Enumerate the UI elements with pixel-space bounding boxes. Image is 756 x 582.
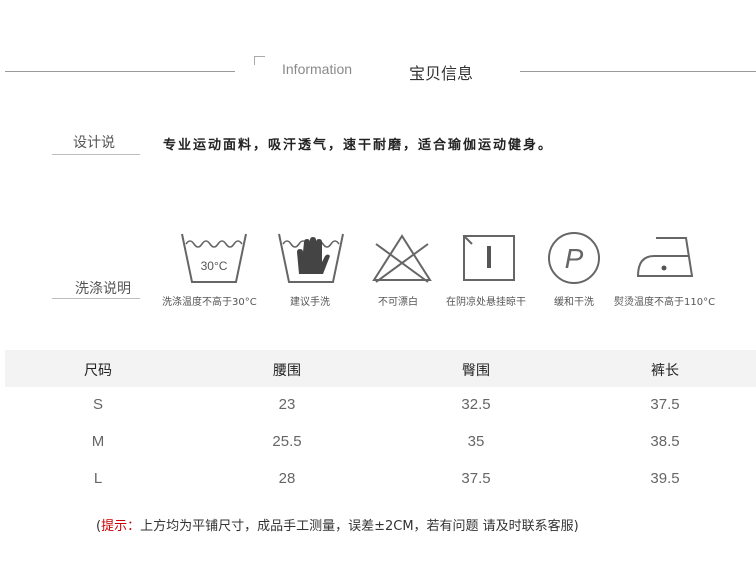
- care-label-iron: 熨烫温度不高于110°C: [614, 297, 716, 308]
- note-text: 上方均为平铺尺寸，成品手工测量，误差±2CM，若有问题 请及时联系客服): [140, 519, 579, 534]
- iron-icon: [634, 230, 694, 286]
- care-label-underline: [52, 298, 140, 299]
- care-label: 洗涤说明: [75, 281, 131, 297]
- wash-temp-text: 30°C: [201, 259, 228, 273]
- table-cell-hip-m: 35: [467, 433, 485, 450]
- table-header-length: 裤长: [651, 363, 679, 379]
- shade-dry-icon: [460, 230, 520, 286]
- table-header-size: 尺码: [84, 363, 112, 379]
- hand-wash-icon: [277, 230, 344, 286]
- care-label-shade-dry: 在阴凉处悬挂晾干: [446, 297, 526, 308]
- size-note: (提示：上方均为平铺尺寸，成品手工测量，误差±2CM，若有问题 请及时联系客服): [96, 515, 579, 534]
- table-header-hip: 臀围: [462, 363, 490, 379]
- design-label: 设计说: [73, 135, 115, 151]
- care-label-dry-clean: 缓和干洗: [554, 297, 594, 308]
- header-line-right: [520, 71, 756, 72]
- no-bleach-icon: [370, 230, 432, 286]
- table-cell-size-l: L: [93, 470, 103, 487]
- table-cell-length-l: 39.5: [650, 470, 680, 487]
- table-cell-hip-l: 37.5: [461, 470, 491, 487]
- header-en-title: Information: [282, 61, 353, 77]
- table-cell-waist-s: 23: [278, 396, 296, 413]
- table-cell-waist-m: 25.5: [272, 433, 302, 450]
- header-line-left: [5, 71, 235, 72]
- table-header-waist: 腰围: [273, 363, 301, 379]
- header-cn-title: 宝贝信息: [409, 64, 474, 83]
- care-label-wash-temp: 洗涤温度不高于30°C: [162, 297, 257, 308]
- design-label-underline: [52, 154, 140, 155]
- table-cell-size-m: M: [91, 433, 105, 450]
- header-corner-decoration: [254, 56, 265, 65]
- table-cell-waist-l: 28: [278, 470, 296, 487]
- dry-clean-letter: P: [565, 243, 584, 274]
- wash-30-icon: 30°C: [180, 230, 247, 286]
- note-prefix: 提示：: [101, 519, 141, 534]
- table-cell-hip-s: 32.5: [461, 396, 491, 413]
- table-cell-length-s: 37.5: [650, 396, 680, 413]
- care-label-hand-wash: 建议手洗: [290, 297, 330, 308]
- table-cell-size-s: S: [92, 396, 103, 413]
- dry-clean-p-icon: P: [546, 230, 606, 286]
- table-cell-length-m: 38.5: [650, 433, 680, 450]
- care-label-no-bleach: 不可漂白: [378, 297, 418, 308]
- design-description: 专业运动面料，吸汗透气，速干耐磨，适合瑜伽运动健身。: [163, 138, 554, 153]
